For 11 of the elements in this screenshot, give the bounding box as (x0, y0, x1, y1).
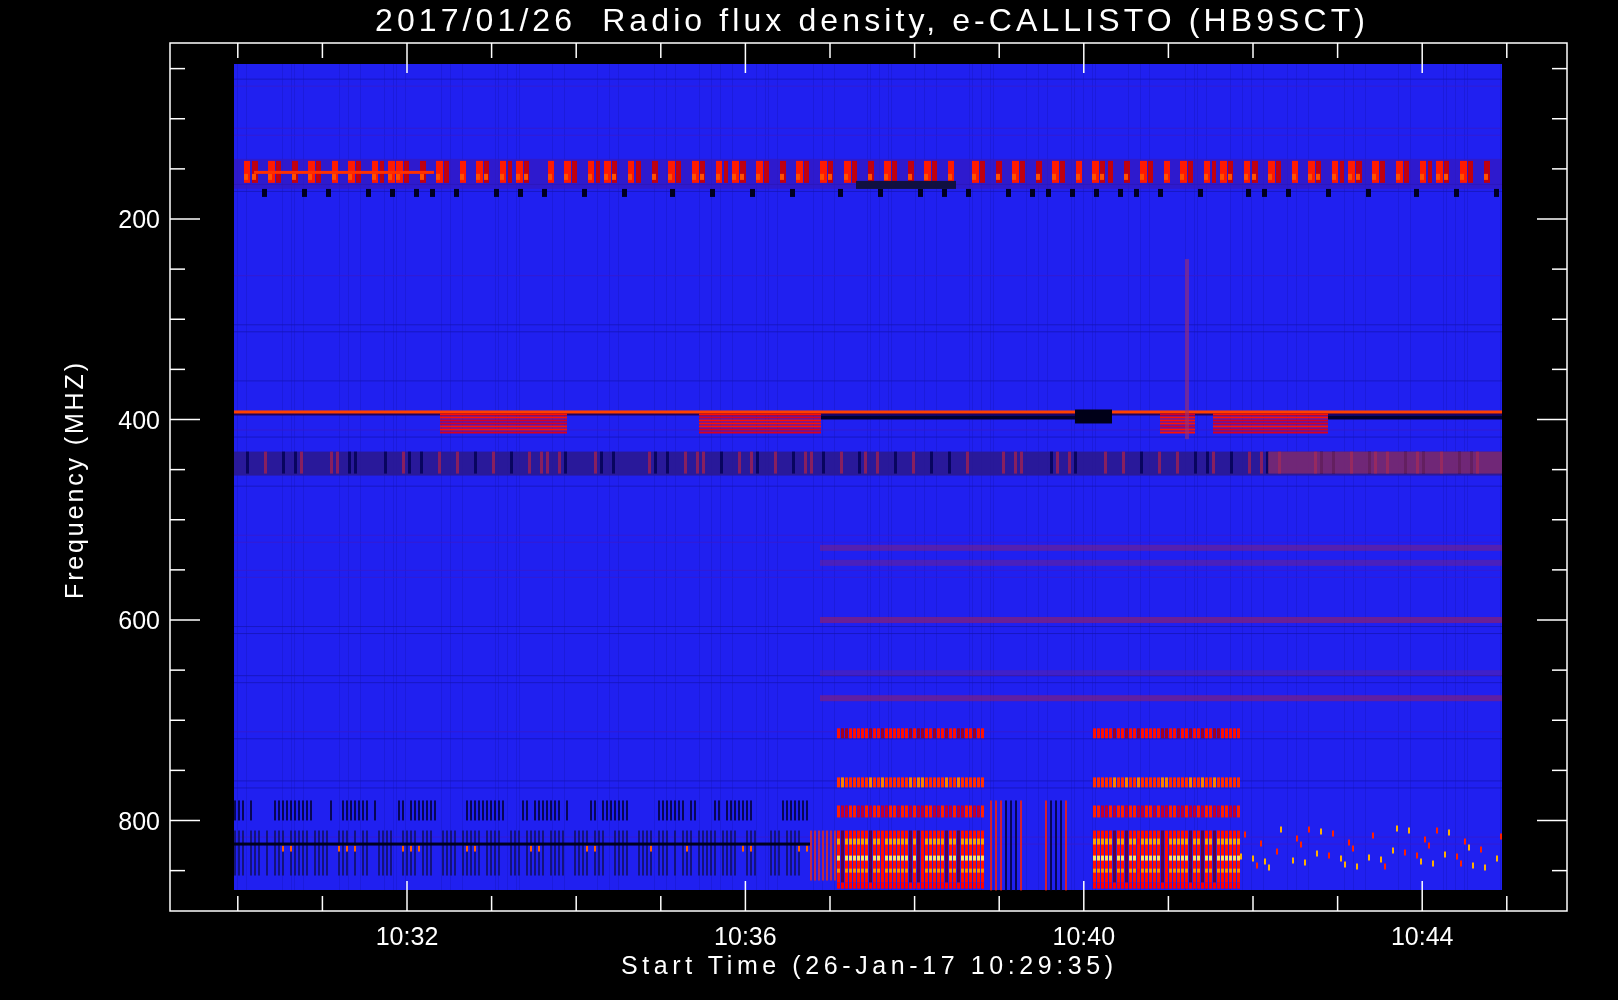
tick-label: 200 (118, 205, 160, 233)
tick-label: 400 (118, 405, 160, 434)
axis-label: Start Time (26-Jan-17 10:29:35) (621, 951, 1113, 979)
tick-label: 10:40 (1052, 922, 1116, 950)
tick-label: 10:32 (375, 922, 439, 950)
chart-title: 2017/01/26 Radio flux density, e-CALLISTO (HB9SCT) (375, 2, 1365, 38)
tick-label: 600 (118, 606, 160, 634)
tick-label: 800 (118, 806, 160, 835)
axis-label: Frequency (MHZ) (60, 363, 88, 599)
tick-label: 10:44 (1390, 922, 1454, 950)
tick-label: 10:36 (714, 922, 777, 950)
